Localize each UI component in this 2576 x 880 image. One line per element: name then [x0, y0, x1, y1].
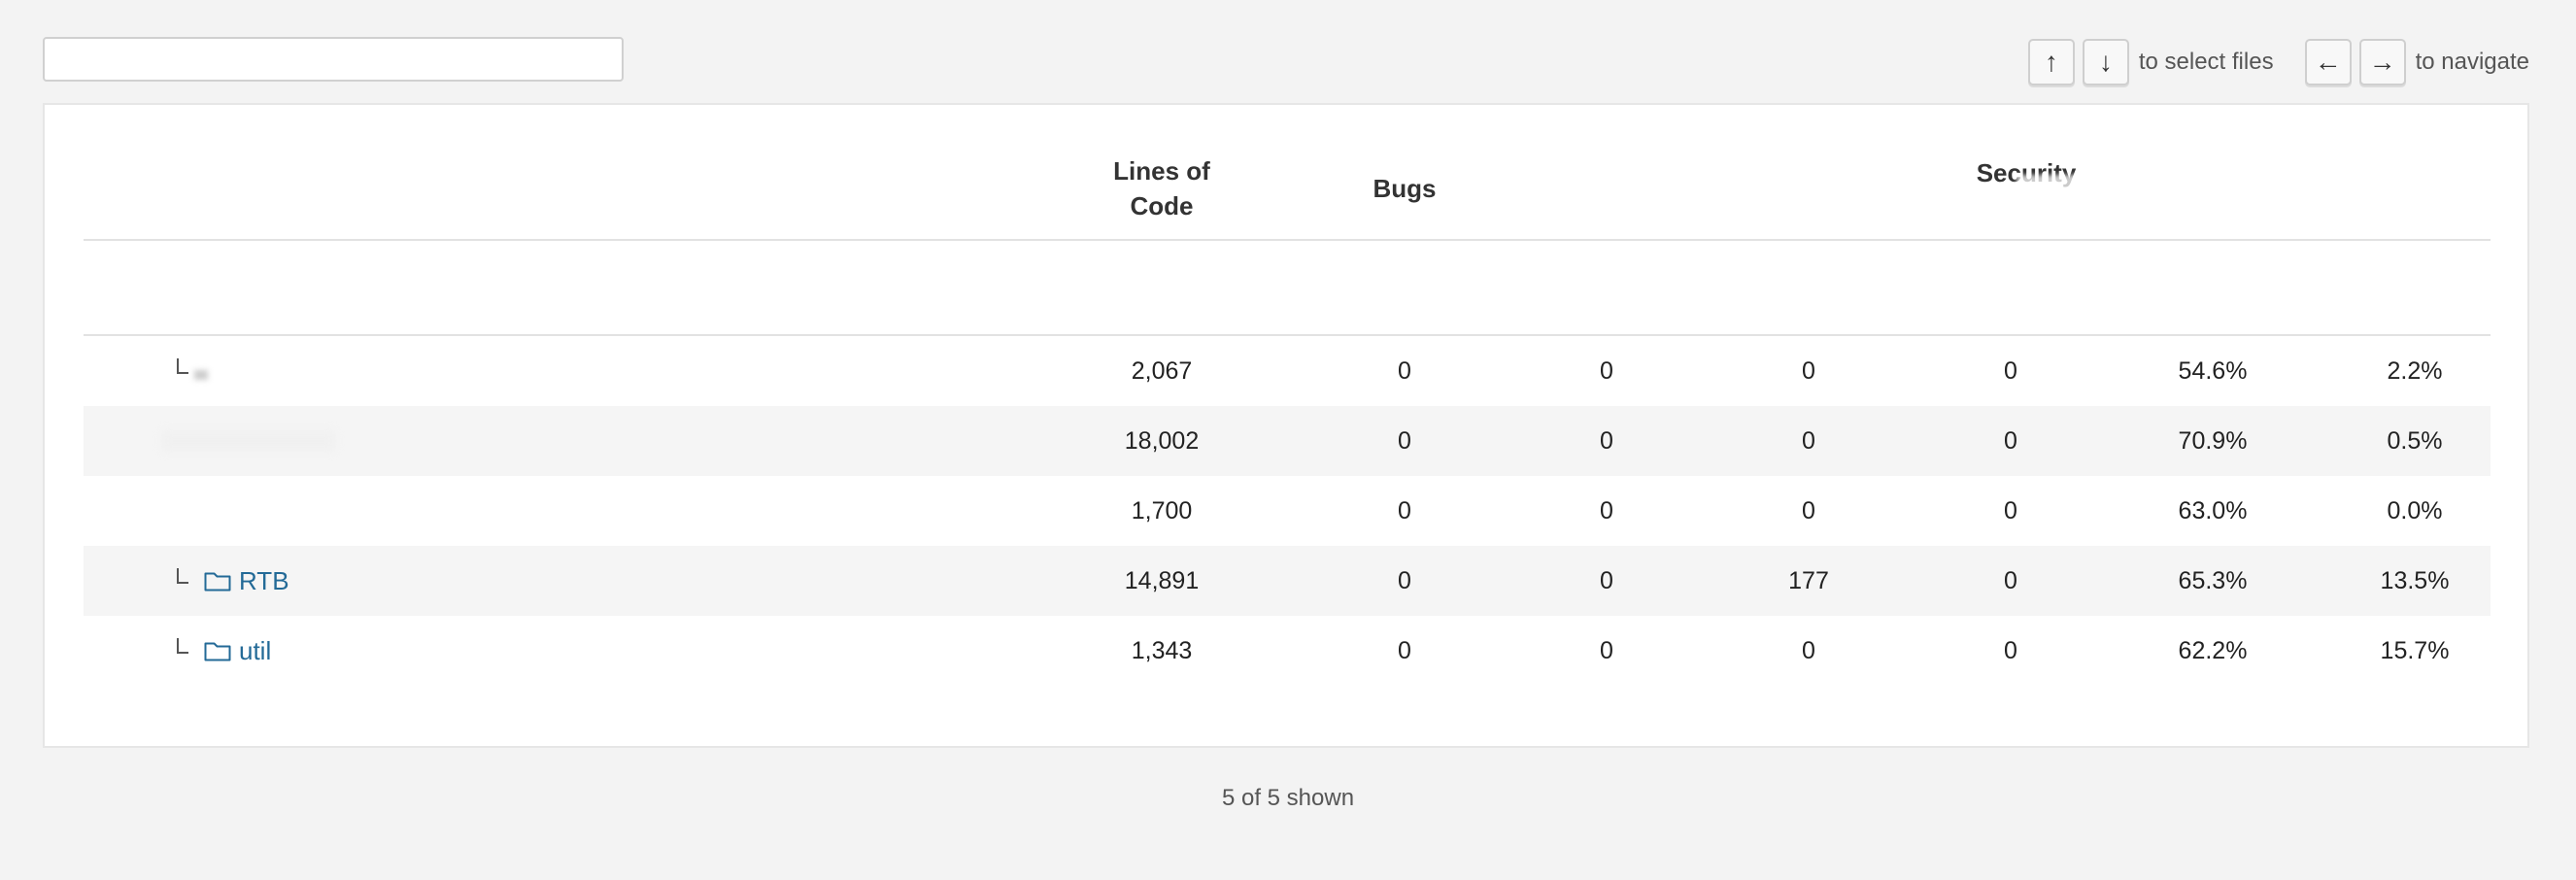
cell-coverage: 54.6% — [2178, 357, 2248, 385]
cell-lines-of-code: 14,891 — [1124, 567, 1200, 594]
header-blur — [2017, 175, 2123, 206]
cell-vulnerabilities: 0 — [1600, 497, 1613, 525]
table-row[interactable]: 1,700 0 0 0 0 63.0% 0.0% — [84, 476, 2491, 546]
cell-bugs: 0 — [1398, 357, 1411, 385]
cell-hotspots: 0 — [2004, 357, 2017, 385]
search-input[interactable] — [43, 37, 624, 82]
cell-coverage: 63.0% — [2178, 497, 2248, 525]
tree-branch-icon — [177, 358, 188, 374]
cell-duplications: 0.5% — [2387, 427, 2443, 455]
cell-code-smells: 0 — [1802, 497, 1815, 525]
cell-duplications: 15.7% — [2380, 637, 2450, 664]
cell-bugs: 0 — [1398, 427, 1411, 455]
cell-code-smells: 177 — [1788, 567, 1829, 594]
table-row[interactable]: util 1,343 0 0 0 0 62.2% 15.7% — [84, 616, 2491, 686]
table-row[interactable]: 2,067 0 0 0 0 54.6% 2.2% — [84, 336, 2491, 406]
measures-panel: Lines of Code Bugs Security 2,067 0 0 0 … — [43, 103, 2529, 748]
cell-bugs: 0 — [1398, 497, 1411, 525]
cell-hotspots: 0 — [2004, 637, 2017, 664]
tree-branch-icon — [177, 568, 188, 584]
folder-link-util[interactable]: util — [239, 636, 271, 666]
cell-vulnerabilities: 0 — [1600, 637, 1613, 664]
cell-code-smells: 0 — [1802, 637, 1815, 664]
cell-lines-of-code: 1,343 — [1131, 637, 1193, 664]
header-lines-of-code[interactable]: Lines of Code — [1089, 153, 1235, 223]
cell-hotspots: 0 — [2004, 427, 2017, 455]
cell-lines-of-code: 1,700 — [1131, 497, 1193, 525]
folder-icon — [204, 572, 231, 592]
cell-vulnerabilities: 0 — [1600, 357, 1613, 385]
measures-table: Lines of Code Bugs Security 2,067 0 0 0 … — [84, 105, 2491, 686]
navigate-hint: to navigate — [2415, 49, 2529, 75]
row-name[interactable] — [161, 406, 336, 476]
cell-coverage: 62.2% — [2178, 637, 2248, 664]
folder-icon — [204, 642, 231, 661]
shown-count: 5 of 5 shown — [1221, 785, 1355, 811]
cell-coverage: 70.9% — [2178, 427, 2248, 455]
table-header: Lines of Code Bugs Security — [84, 105, 2491, 241]
cell-hotspots: 0 — [2004, 567, 2017, 594]
table-row[interactable]: 18,002 0 0 0 0 70.9% 0.5% — [84, 406, 2491, 476]
table-spacer-row — [84, 241, 2491, 336]
folder-link-rtb[interactable]: RTB — [239, 566, 289, 596]
cell-code-smells: 0 — [1802, 357, 1815, 385]
arrow-right-key[interactable]: → — [2358, 39, 2406, 85]
cell-vulnerabilities: 0 — [1600, 427, 1613, 455]
row-name[interactable]: util — [161, 616, 271, 686]
cell-duplications: 0.0% — [2387, 497, 2443, 525]
cell-vulnerabilities: 0 — [1600, 567, 1613, 594]
blurred-name — [194, 370, 208, 380]
arrow-up-key[interactable]: ↑ — [2027, 39, 2075, 85]
cell-coverage: 65.3% — [2178, 567, 2248, 594]
cell-code-smells: 0 — [1802, 427, 1815, 455]
cell-bugs: 0 — [1398, 567, 1411, 594]
cell-hotspots: 0 — [2004, 497, 2017, 525]
row-name[interactable] — [161, 336, 208, 406]
cell-duplications: 13.5% — [2380, 567, 2450, 594]
header-bugs[interactable]: Bugs — [1346, 171, 1463, 206]
arrow-down-key[interactable]: ↓ — [2082, 39, 2129, 85]
cell-lines-of-code: 2,067 — [1131, 357, 1193, 385]
table-row[interactable]: RTB 14,891 0 0 177 0 65.3% 13.5% — [84, 546, 2491, 616]
tree-branch-icon — [177, 638, 188, 654]
select-files-hint: to select files — [2138, 49, 2274, 75]
cell-lines-of-code: 18,002 — [1124, 427, 1200, 455]
arrow-left-key[interactable]: ← — [2304, 39, 2352, 85]
cell-bugs: 0 — [1398, 637, 1411, 664]
keyboard-shortcuts: ↑ ↓ to select files ← → to navigate — [2027, 39, 2529, 85]
blurred-name — [161, 430, 336, 452]
cell-duplications: 2.2% — [2387, 357, 2443, 385]
row-name[interactable]: RTB — [161, 546, 289, 616]
